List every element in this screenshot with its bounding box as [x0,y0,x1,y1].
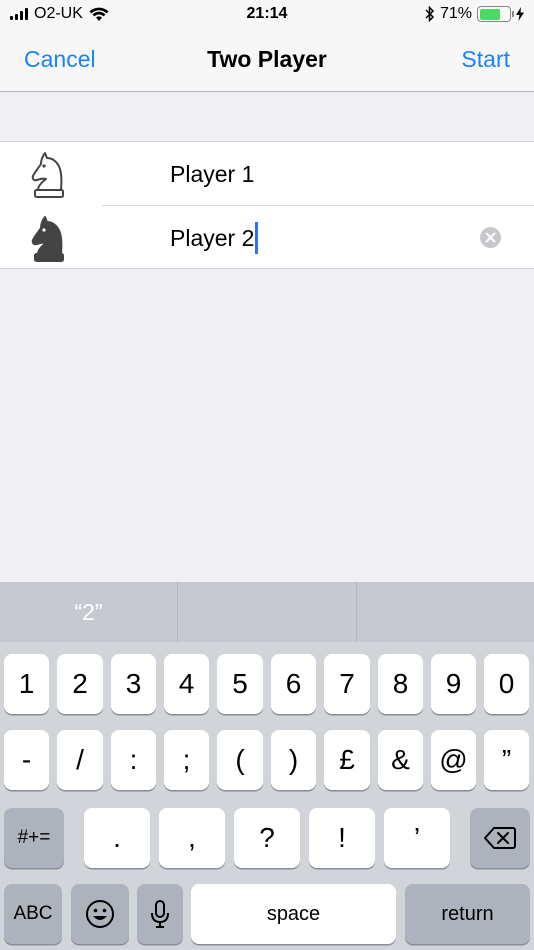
key-apostrophe[interactable]: ’ [384,808,450,868]
key-pound[interactable]: £ [324,730,370,790]
player-form [0,141,534,269]
key-1[interactable]: 1 [4,654,49,714]
key-question[interactable]: ? [234,808,300,868]
emoji-icon [86,900,114,928]
key-9[interactable]: 9 [431,654,476,714]
key-3[interactable]: 3 [111,654,156,714]
space-key[interactable]: space [191,884,396,944]
microphone-icon [151,900,169,928]
key-open-paren[interactable]: ( [217,730,263,790]
key-semicolon[interactable]: ; [164,730,209,790]
key-comma[interactable]: , [159,808,225,868]
suggestion-bar: “2” [0,582,534,642]
key-4[interactable]: 4 [164,654,209,714]
emoji-key[interactable] [71,884,129,944]
key-5[interactable]: 5 [217,654,263,714]
return-key[interactable]: return [405,884,530,944]
charging-icon [516,7,524,21]
key-colon[interactable]: : [111,730,156,790]
key-hyphen[interactable]: - [4,730,49,790]
key-close-paren[interactable]: ) [271,730,316,790]
battery-percent: 71% [439,5,472,22]
key-6[interactable]: 6 [271,654,316,714]
key-2[interactable]: 2 [57,654,103,714]
abc-key[interactable]: ABC [4,884,62,944]
status-bar: O2-UK 21:14 71% [0,0,534,30]
page-title: Two Player [207,46,327,72]
battery-fill [479,8,501,20]
backspace-icon [484,827,516,849]
key-quote[interactable]: ” [484,730,529,790]
key-period[interactable]: . [84,808,150,868]
player-row-1 [0,142,534,206]
suggestion-3[interactable] [357,582,534,642]
player-row-2 [0,206,534,270]
key-exclamation[interactable]: ! [309,808,375,868]
player-2-name-input[interactable] [170,220,470,256]
start-button[interactable]: Start [461,46,510,73]
key-7[interactable]: 7 [324,654,370,714]
clear-icon [485,232,496,243]
keyboard: “2” 1 2 3 4 5 6 7 8 9 0 - / : ; ( ) £ & … [0,582,534,950]
key-8[interactable]: 8 [378,654,423,714]
text-cursor [255,222,258,254]
more-symbols-key[interactable]: #+= [4,808,64,868]
key-ampersand[interactable]: & [378,730,423,790]
dictation-key[interactable] [137,884,183,944]
status-right: 71% [425,5,524,23]
navigation-bar: Cancel Two Player Start [0,30,534,92]
black-knight-icon [31,216,64,262]
suggestion-2[interactable] [178,582,356,642]
white-knight-icon [31,152,64,198]
key-0[interactable]: 0 [484,654,529,714]
player-1-name-input[interactable] [170,156,470,192]
suggestion-1[interactable]: “2” [0,582,177,642]
bluetooth-icon [425,6,435,22]
battery-icon [477,6,514,22]
delete-key[interactable] [470,808,530,868]
clear-text-button[interactable] [480,227,501,248]
key-at[interactable]: @ [431,730,476,790]
key-slash[interactable]: / [57,730,103,790]
